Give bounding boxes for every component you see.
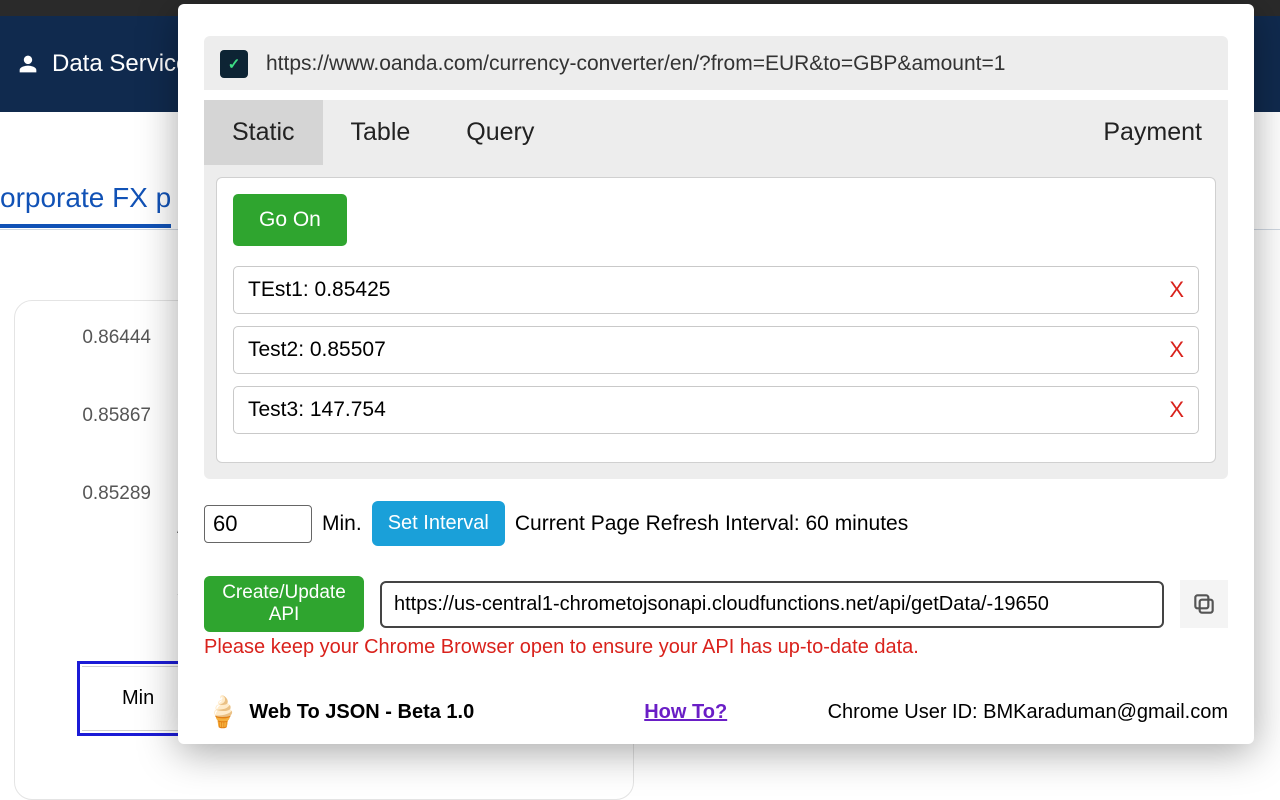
api-row: Create/Update API xyxy=(204,576,1228,632)
extension-popup: ✓ https://www.oanda.com/currency-convert… xyxy=(178,4,1254,744)
site-icon: ✓ xyxy=(220,50,248,78)
interval-row: Min. Set Interval Current Page Refresh I… xyxy=(204,501,1228,546)
url-display-row: ✓ https://www.oanda.com/currency-convert… xyxy=(204,36,1228,90)
interval-status: Current Page Refresh Interval: 60 minute… xyxy=(515,512,908,536)
y-tick: 0.85867 xyxy=(71,405,151,427)
create-api-button[interactable]: Create/Update API xyxy=(204,576,364,632)
y-tick: 0.86444 xyxy=(71,327,151,349)
static-tab-content: Go On TEst1: 0.85425 X Test2: 0.85507 X … xyxy=(216,177,1216,463)
popup-footer: 🍦 Web To JSON - Beta 1.0 How To? Chrome … xyxy=(178,695,1254,734)
entry-row: TEst1: 0.85425 X xyxy=(233,266,1199,314)
y-tick: 0.85289 xyxy=(71,483,151,505)
extension-name: Web To JSON - Beta 1.0 xyxy=(249,701,474,724)
y-axis-labels: 0.86444 0.85867 0.85289 xyxy=(71,327,151,561)
delete-icon[interactable]: X xyxy=(1169,337,1184,363)
tab-payment[interactable]: Payment xyxy=(1075,100,1228,165)
subnav-link[interactable]: orporate FX p xyxy=(0,182,171,228)
logo-icon: 🍦 xyxy=(204,695,241,730)
entry-label: Test2: 0.85507 xyxy=(248,338,386,362)
tab-query[interactable]: Query xyxy=(438,100,562,165)
entry-label: TEst1: 0.85425 xyxy=(248,278,390,302)
delete-icon[interactable]: X xyxy=(1169,277,1184,303)
how-to-link[interactable]: How To? xyxy=(644,701,727,724)
go-on-button[interactable]: Go On xyxy=(233,194,347,246)
tabs-row: Static Table Query Payment xyxy=(204,100,1228,165)
tab-container: Static Table Query Payment Go On TEst1: … xyxy=(204,100,1228,479)
header-title: Data Service xyxy=(52,50,189,78)
user-icon xyxy=(18,54,38,74)
copy-button[interactable] xyxy=(1180,580,1228,628)
entry-row: Test2: 0.85507 X xyxy=(233,326,1199,374)
interval-input[interactable] xyxy=(204,505,312,543)
tab-table[interactable]: Table xyxy=(323,100,439,165)
set-interval-button[interactable]: Set Interval xyxy=(372,501,505,546)
entry-label: Test3: 147.754 xyxy=(248,398,386,422)
delete-icon[interactable]: X xyxy=(1169,397,1184,423)
entry-list: TEst1: 0.85425 X Test2: 0.85507 X Test3:… xyxy=(233,266,1199,434)
current-url: https://www.oanda.com/currency-converter… xyxy=(266,52,1005,76)
min-label: Min. xyxy=(322,512,362,536)
api-url-field[interactable] xyxy=(380,581,1164,628)
user-id-label: Chrome User ID: BMKaraduman@gmail.com xyxy=(828,701,1228,724)
tab-static[interactable]: Static xyxy=(204,100,323,165)
warning-text: Please keep your Chrome Browser open to … xyxy=(204,636,1228,659)
entry-row: Test3: 147.754 X xyxy=(233,386,1199,434)
